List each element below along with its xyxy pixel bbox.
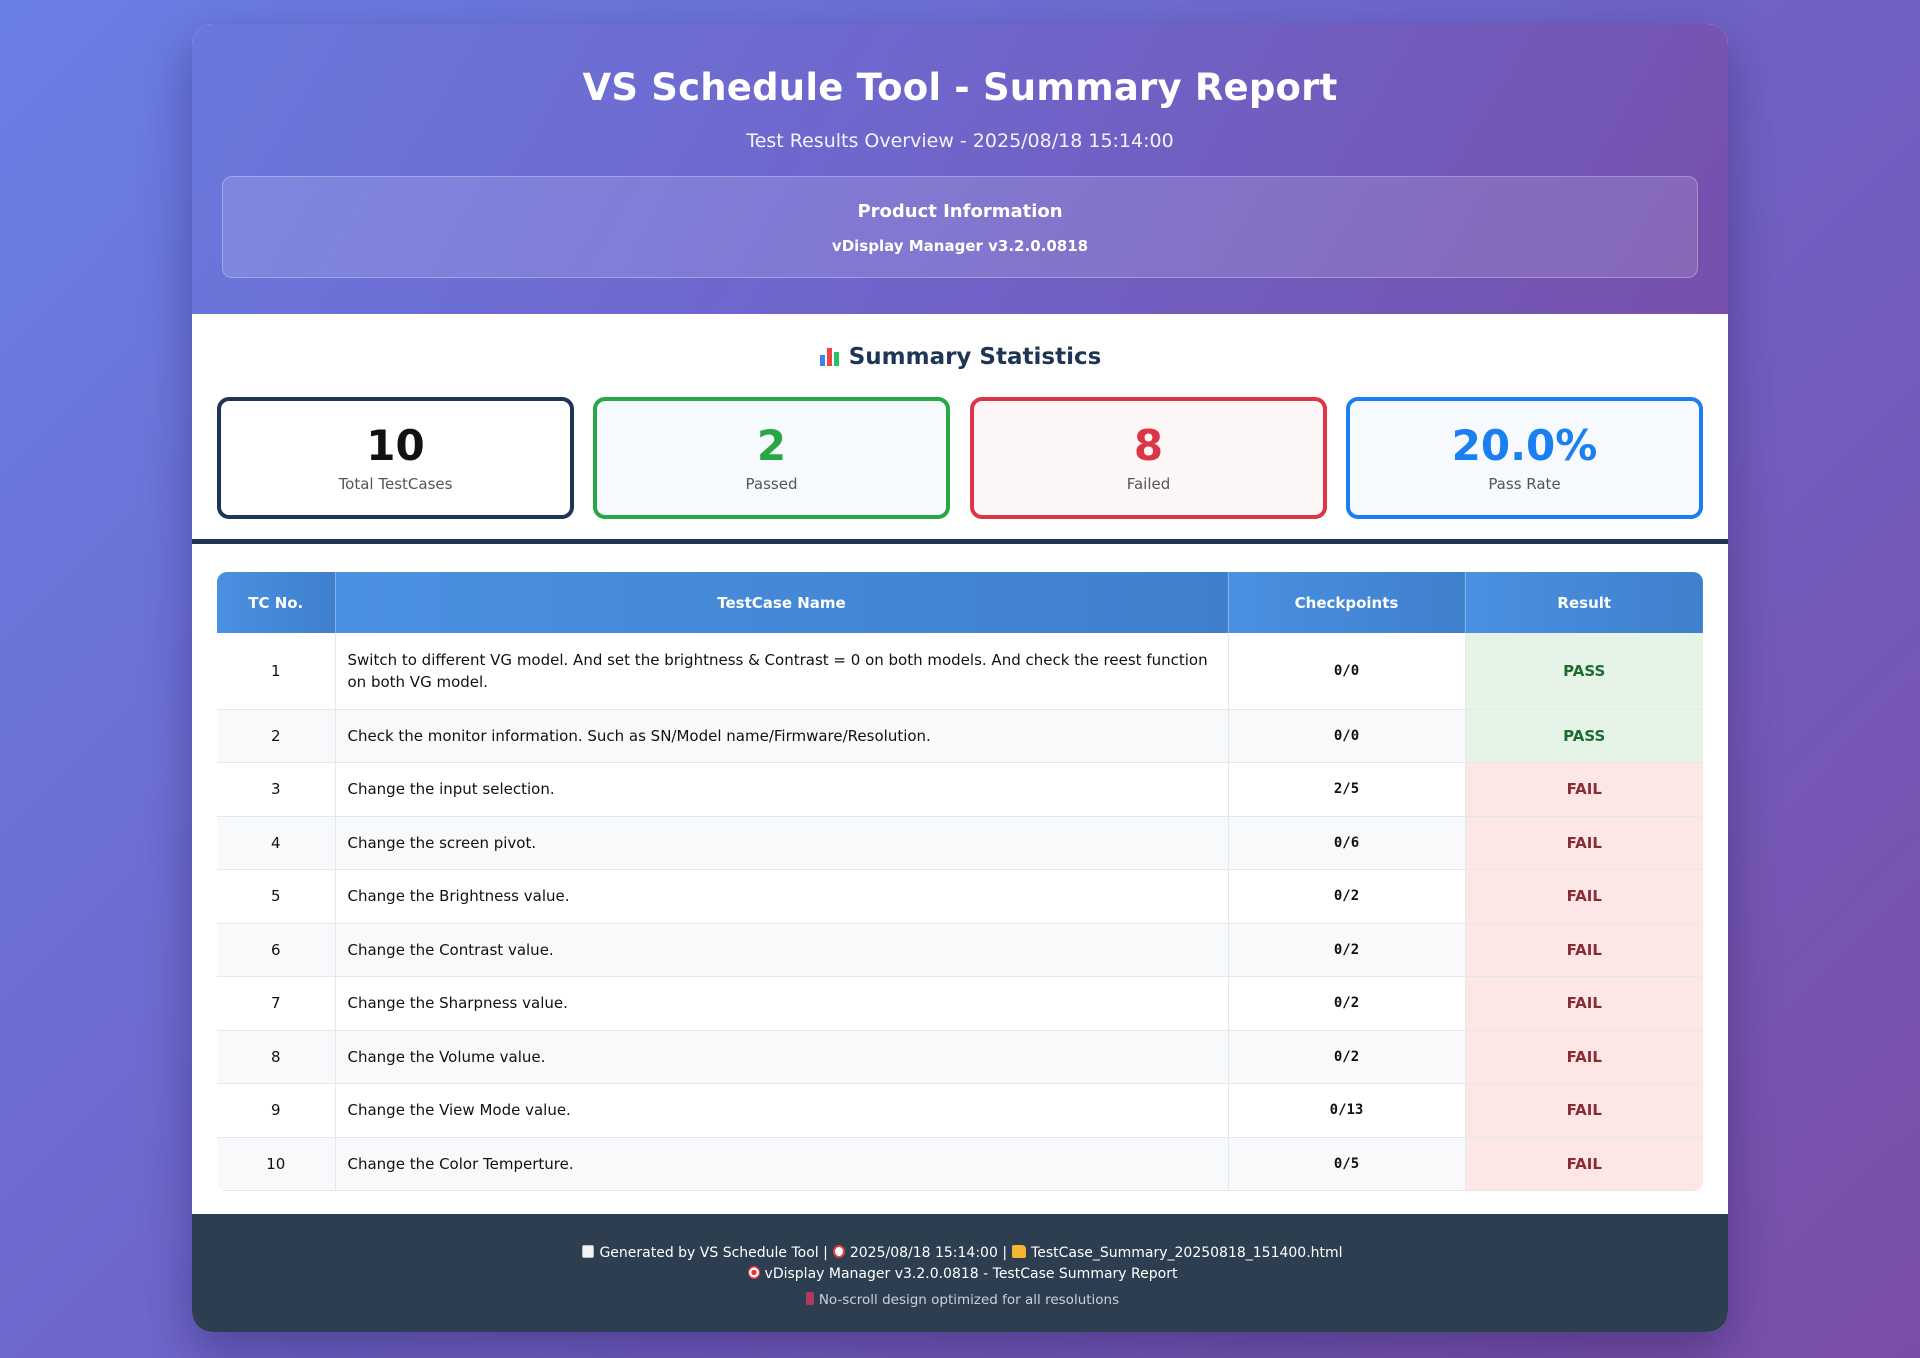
result-cell: FAIL [1465,1030,1703,1084]
header-result[interactable]: Result [1465,572,1703,633]
testcase-name-cell: Change the View Mode value. [335,1083,1229,1138]
footer-line-report: vDisplay Manager v3.2.0.0818 - TestCase … [192,1266,1728,1282]
checkpoints-cell: 0/13 [1228,1083,1466,1138]
stat-total-label: Total TestCases [338,475,453,493]
checkpoints-cell: 0/2 [1228,976,1466,1031]
footer-report: vDisplay Manager v3.2.0.0818 - TestCase … [764,1266,1178,1282]
stat-failed-label: Failed [1126,475,1171,493]
stat-pass-rate: 20.0% Pass Rate [1346,397,1703,519]
tc-number-cell: 3 [217,762,336,817]
footer-line-generated: Generated by VS Schedule Tool | 2025/08/1… [192,1245,1728,1261]
page-title: VS Schedule Tool - Summary Report [582,66,1338,109]
checkpoints-cell: 2/5 [1228,762,1466,817]
mobile-phone-icon [805,1292,814,1305]
tc-number-cell: 9 [217,1083,336,1138]
product-version: vDisplay Manager v3.2.0.0818 [831,237,1089,255]
stat-failed: 8 Failed [970,397,1327,519]
header-tc-no[interactable]: TC No. [217,572,336,633]
testcase-name-cell: Change the screen pivot. [335,816,1229,870]
result-cell: FAIL [1465,816,1703,870]
result-cell: FAIL [1465,762,1703,817]
tc-number-cell: 10 [217,1137,336,1191]
folder-icon [1012,1245,1027,1258]
result-cell: PASS [1465,633,1703,710]
stat-total-value: 10 [366,421,425,470]
result-cell: FAIL [1465,976,1703,1031]
table-row: 3 Change the input selection. 2/5 FAIL [217,762,1703,817]
stat-pass-rate-value: 20.0% [1451,421,1598,470]
stat-passed-label: Passed [745,475,798,493]
tc-number-cell: 8 [217,1030,336,1084]
table-row: 6 Change the Contrast value. 0/2 FAIL [217,923,1703,977]
testcase-name-cell: Change the Brightness value. [335,869,1229,924]
target-icon [747,1266,760,1279]
table-row: 1 Switch to different VG model. And set t… [217,633,1703,710]
footer-line-note: No-scroll design optimized for all resol… [192,1292,1728,1308]
results-table-container: TC No. TestCase Name Checkpoints Result … [217,572,1703,1191]
results-table: TC No. TestCase Name Checkpoints Result … [217,572,1703,1191]
checkpoints-cell: 0/0 [1228,709,1466,763]
tc-number-cell: 4 [217,816,336,870]
tc-number-cell: 2 [217,709,336,763]
footer-filename: TestCase_Summary_20250818_151400.html [1031,1245,1343,1261]
stats-heading: Summary Statistics [192,344,1728,370]
footer-timestamp: 2025/08/18 15:14:00 | [849,1245,1008,1261]
testcase-name-cell: Change the Color Temperture. [335,1137,1229,1191]
stat-passed-value: 2 [756,421,787,470]
stat-total-testcases: 10 Total TestCases [217,397,574,519]
header-testcase-name[interactable]: TestCase Name [335,572,1229,633]
report-header: VS Schedule Tool - Summary Report Test R… [192,24,1728,314]
report-footer: Generated by VS Schedule Tool | 2025/08/1… [192,1214,1728,1332]
product-info-box: Product Information vDisplay Manager v3.… [222,176,1698,278]
checkpoints-cell: 0/2 [1228,869,1466,924]
result-cell: FAIL [1465,1083,1703,1138]
summary-statistics: Summary Statistics 10 Total TestCases 2 … [192,314,1728,544]
table-row: 5 Change the Brightness value. 0/2 FAIL [217,869,1703,924]
bar-chart-icon [819,346,841,366]
stat-passed: 2 Passed [593,397,950,519]
table-row: 8 Change the Volume value. 0/2 FAIL [217,1030,1703,1084]
result-cell: FAIL [1465,1137,1703,1191]
report-card: VS Schedule Tool - Summary Report Test R… [192,24,1728,1332]
stat-failed-value: 8 [1133,421,1164,470]
table-row: 9 Change the View Mode value. 0/13 FAIL [217,1083,1703,1138]
footer-generated: Generated by VS Schedule Tool | [599,1245,828,1261]
stat-pass-rate-label: Pass Rate [1488,475,1561,493]
product-info-label: Product Information [857,201,1063,222]
testcase-name-cell: Check the monitor information. Such as S… [335,709,1229,763]
checkpoints-cell: 0/2 [1228,923,1466,977]
testcase-name-cell: Change the input selection. [335,762,1229,817]
testcase-name-cell: Switch to different VG model. And set th… [335,633,1229,710]
checkpoints-cell: 0/2 [1228,1030,1466,1084]
result-cell: PASS [1465,709,1703,763]
checkpoints-cell: 0/0 [1228,633,1466,710]
result-cell: FAIL [1465,923,1703,977]
result-cell: FAIL [1465,869,1703,924]
testcase-name-cell: Change the Sharpness value. [335,976,1229,1031]
tc-number-cell: 1 [217,633,336,710]
header-checkpoints[interactable]: Checkpoints [1228,572,1466,633]
table-row: 7 Change the Sharpness value. 0/2 FAIL [217,976,1703,1031]
tc-number-cell: 6 [217,923,336,977]
clipboard-icon [582,1245,595,1258]
page-subtitle: Test Results Overview - 2025/08/18 15:14… [746,130,1174,152]
tc-number-cell: 5 [217,869,336,924]
testcase-name-cell: Change the Contrast value. [335,923,1229,977]
checkpoints-cell: 0/5 [1228,1137,1466,1191]
table-header-row: TC No. TestCase Name Checkpoints Result [217,572,1703,633]
footer-design-note: No-scroll design optimized for all resol… [818,1292,1120,1308]
table-row: 10 Change the Color Temperture. 0/5 FAIL [217,1137,1703,1191]
tc-number-cell: 7 [217,976,336,1031]
table-row: 2 Check the monitor information. Such as … [217,709,1703,763]
clock-icon [832,1245,845,1258]
table-row: 4 Change the screen pivot. 0/6 FAIL [217,816,1703,870]
checkpoints-cell: 0/6 [1228,816,1466,870]
stats-title: Summary Statistics [848,344,1102,370]
testcase-name-cell: Change the Volume value. [335,1030,1229,1084]
